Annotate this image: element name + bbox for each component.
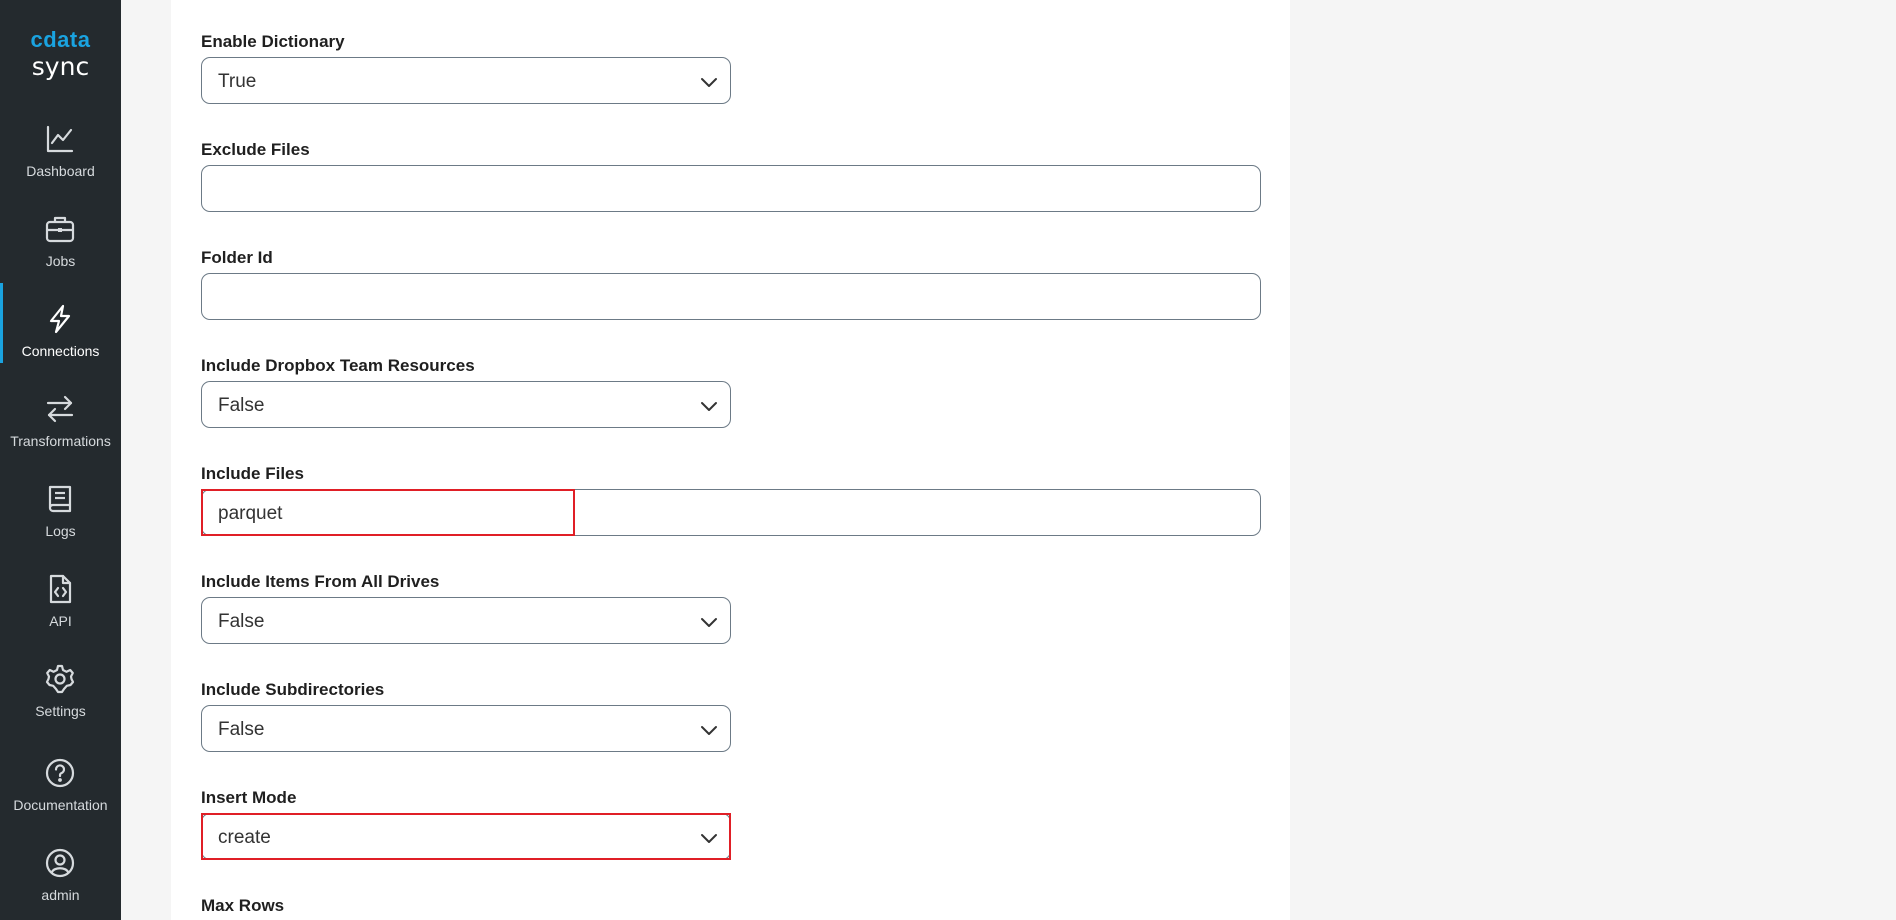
include-files-value: parquet — [218, 503, 283, 524]
enable-dictionary-label: Enable Dictionary — [201, 32, 345, 51]
include-subdirectories-select[interactable]: False — [201, 705, 731, 752]
folder-id-input[interactable] — [201, 273, 1261, 320]
include-dropbox-team-resources-label: Include Dropbox Team Resources — [201, 356, 475, 375]
include-items-from-all-drives-select[interactable]: False — [201, 597, 731, 644]
include-dropbox-team-resources-select[interactable]: False — [201, 381, 731, 428]
enable-dictionary-select[interactable]: True — [201, 57, 731, 104]
code-file-icon — [49, 574, 72, 604]
chevron-down-icon — [701, 618, 717, 627]
include-files-label: Include Files — [201, 464, 304, 483]
lightning-icon — [49, 304, 71, 334]
book-icon — [48, 485, 72, 513]
chevron-down-icon — [701, 78, 717, 87]
chevron-down-icon — [701, 834, 717, 843]
nav-label-jobs: Jobs — [45, 253, 76, 269]
nav-item-settings[interactable]: Settings — [0, 663, 121, 743]
insert-mode-value: create — [218, 827, 271, 848]
max-rows-label: Max Rows — [201, 896, 285, 915]
gear-icon — [45, 664, 75, 694]
app-logo[interactable]: cdata sync — [0, 28, 121, 80]
logo-product: sync — [31, 52, 90, 81]
nav-item-dashboard[interactable]: Dashboard — [0, 123, 121, 203]
nav-item-admin[interactable]: admin — [0, 847, 121, 920]
nav-label-dashboard: Dashboard — [26, 163, 95, 179]
nav-item-jobs[interactable]: Jobs — [0, 213, 121, 293]
include-files-input[interactable]: parquet — [201, 489, 1261, 536]
nav-item-connections[interactable]: Connections — [0, 283, 121, 383]
chart-line-icon — [46, 125, 74, 153]
enable-dictionary-value: True — [218, 71, 257, 92]
nav-label-logs: Logs — [45, 523, 76, 539]
logo-brand: cdata — [30, 27, 91, 52]
exclude-files-label: Exclude Files — [201, 140, 310, 159]
briefcase-icon — [45, 216, 75, 243]
nav-label-connections: Connections — [21, 343, 100, 359]
include-dropbox-team-resources-value: False — [218, 395, 265, 416]
nav-label-api: API — [49, 613, 72, 629]
insert-mode-label: Insert Mode — [201, 788, 297, 807]
connection-settings-panel: Enable Dictionary True Exclude Files Fol… — [171, 0, 1290, 920]
nav-item-logs[interactable]: Logs — [0, 483, 121, 563]
nav-label-settings: Settings — [35, 703, 86, 719]
nav-label-admin: admin — [41, 887, 80, 903]
chevron-down-icon — [701, 402, 717, 411]
include-subdirectories-value: False — [218, 719, 265, 740]
chevron-down-icon — [701, 726, 717, 735]
include-items-from-all-drives-value: False — [218, 611, 265, 632]
nav-label-documentation: Documentation — [13, 797, 108, 813]
include-subdirectories-label: Include Subdirectories — [201, 680, 385, 699]
arrows-exchange-icon — [46, 395, 74, 423]
nav-item-documentation[interactable]: Documentation — [0, 757, 121, 837]
exclude-files-input[interactable] — [201, 165, 1261, 212]
insert-mode-select[interactable]: create — [201, 813, 731, 860]
include-items-from-all-drives-label: Include Items From All Drives — [201, 572, 440, 591]
nav-label-transformations: Transformations — [10, 433, 111, 449]
sidebar: cdata sync Dashboard Jobs Connections Tr… — [0, 0, 121, 920]
nav-item-transformations[interactable]: Transformations — [0, 393, 121, 473]
help-circle-icon — [45, 758, 75, 788]
nav-item-api[interactable]: API — [0, 573, 121, 653]
user-circle-icon — [45, 848, 75, 878]
folder-id-label: Folder Id — [201, 248, 273, 267]
